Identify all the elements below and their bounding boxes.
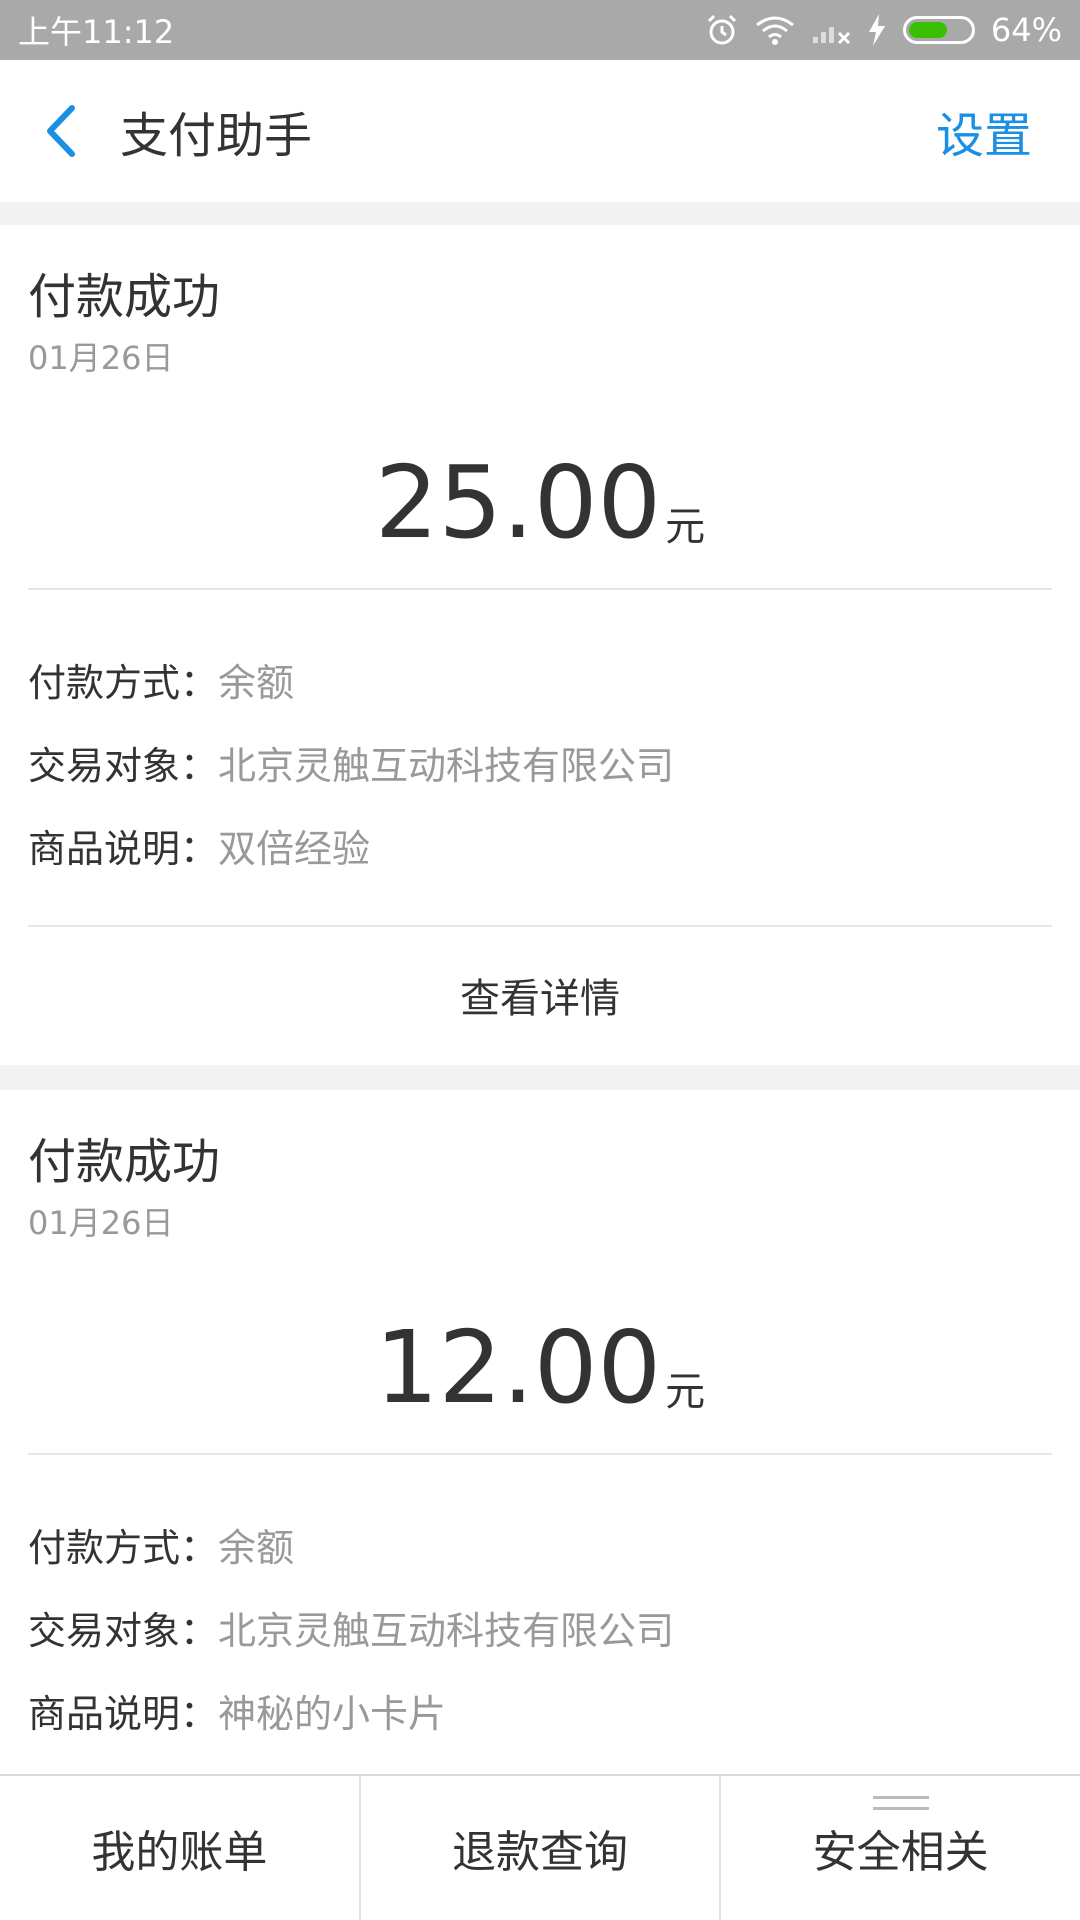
payment-date: 01月26日 xyxy=(28,1204,174,1242)
product-label: 商品说明： xyxy=(28,1692,219,1736)
currency-unit: 元 xyxy=(665,504,706,550)
settings-button[interactable]: 设置 xyxy=(936,96,1032,166)
payment-date: 01月26日 xyxy=(28,339,174,377)
payment-assistant-screen: 上午11:12 64% 支付助手 设置 付款成功 01月26日 25.00 元 … xyxy=(0,0,1080,1920)
payment-card-1: 付款成功 01月26日 25.00 元 付款方式： 余额 交易对象： 北京灵触互… xyxy=(0,225,1080,1065)
product-row: 商品说明： 双倍经验 xyxy=(28,818,1052,873)
back-button[interactable] xyxy=(0,60,120,202)
divider xyxy=(28,588,1052,590)
payment-method-value: 余额 xyxy=(218,1526,295,1570)
tab-my-bills[interactable]: 我的账单 xyxy=(0,1776,359,1920)
tab-label: 安全相关 xyxy=(812,1827,989,1878)
merchant-row: 交易对象： 北京灵触互动科技有限公司 xyxy=(28,735,1052,790)
page-title: 支付助手 xyxy=(120,108,313,164)
payment-method-label: 付款方式： xyxy=(28,1526,219,1570)
status-bar: 上午11:12 64% xyxy=(0,0,1080,60)
battery-icon xyxy=(902,16,975,44)
charging-icon xyxy=(867,14,887,46)
battery-level-fill xyxy=(908,22,948,38)
currency-unit: 元 xyxy=(665,1369,706,1415)
payment-amount: 25.00 xyxy=(374,444,662,561)
tab-refund-query[interactable]: 退款查询 xyxy=(358,1776,720,1920)
wifi-icon xyxy=(755,15,795,45)
alarm-icon xyxy=(705,13,739,47)
chevron-left-icon xyxy=(47,105,75,157)
product-value: 双倍经验 xyxy=(218,827,371,871)
battery-percentage: 64% xyxy=(990,11,1062,49)
product-label: 商品说明： xyxy=(28,827,219,871)
merchant-row: 交易对象： 北京灵触互动科技有限公司 xyxy=(28,1600,1052,1655)
signal-icon xyxy=(811,15,851,45)
amount-row: 12.00 元 xyxy=(28,1290,1052,1450)
payment-status: 付款成功 xyxy=(28,269,221,325)
payment-card-2: 付款成功 01月26日 12.00 元 付款方式： 余额 交易对象： 北京灵触互… xyxy=(0,1090,1080,1780)
bottom-tab-bar: 我的账单 退款查询 安全相关 xyxy=(0,1774,1080,1920)
view-details-button[interactable]: 查看详情 xyxy=(0,925,1080,1065)
tab-security[interactable]: 安全相关 xyxy=(719,1776,1080,1920)
product-value: 神秘的小卡片 xyxy=(218,1692,447,1736)
product-row: 商品说明： 神秘的小卡片 xyxy=(28,1683,1052,1738)
payment-method-row: 付款方式： 余额 xyxy=(28,652,1052,707)
tab-label: 我的账单 xyxy=(91,1827,268,1878)
tab-label: 退款查询 xyxy=(452,1827,628,1878)
navigation-bar: 支付助手 设置 xyxy=(0,60,1080,202)
divider xyxy=(28,1453,1052,1455)
amount-row: 25.00 元 xyxy=(28,425,1052,585)
payment-amount: 12.00 xyxy=(374,1309,662,1426)
payment-method-label: 付款方式： xyxy=(28,661,219,705)
merchant-value: 北京灵触互动科技有限公司 xyxy=(218,744,675,788)
merchant-label: 交易对象： xyxy=(28,744,219,788)
merchant-value: 北京灵触互动科技有限公司 xyxy=(218,1609,675,1653)
payment-method-value: 余额 xyxy=(218,661,295,705)
merchant-label: 交易对象： xyxy=(28,1609,219,1653)
status-time: 上午11:12 xyxy=(18,13,175,51)
payment-method-row: 付款方式： 余额 xyxy=(28,1517,1052,1572)
status-icons: 64% xyxy=(705,11,1062,49)
payment-status: 付款成功 xyxy=(28,1134,221,1190)
menu-icon xyxy=(872,1796,929,1810)
